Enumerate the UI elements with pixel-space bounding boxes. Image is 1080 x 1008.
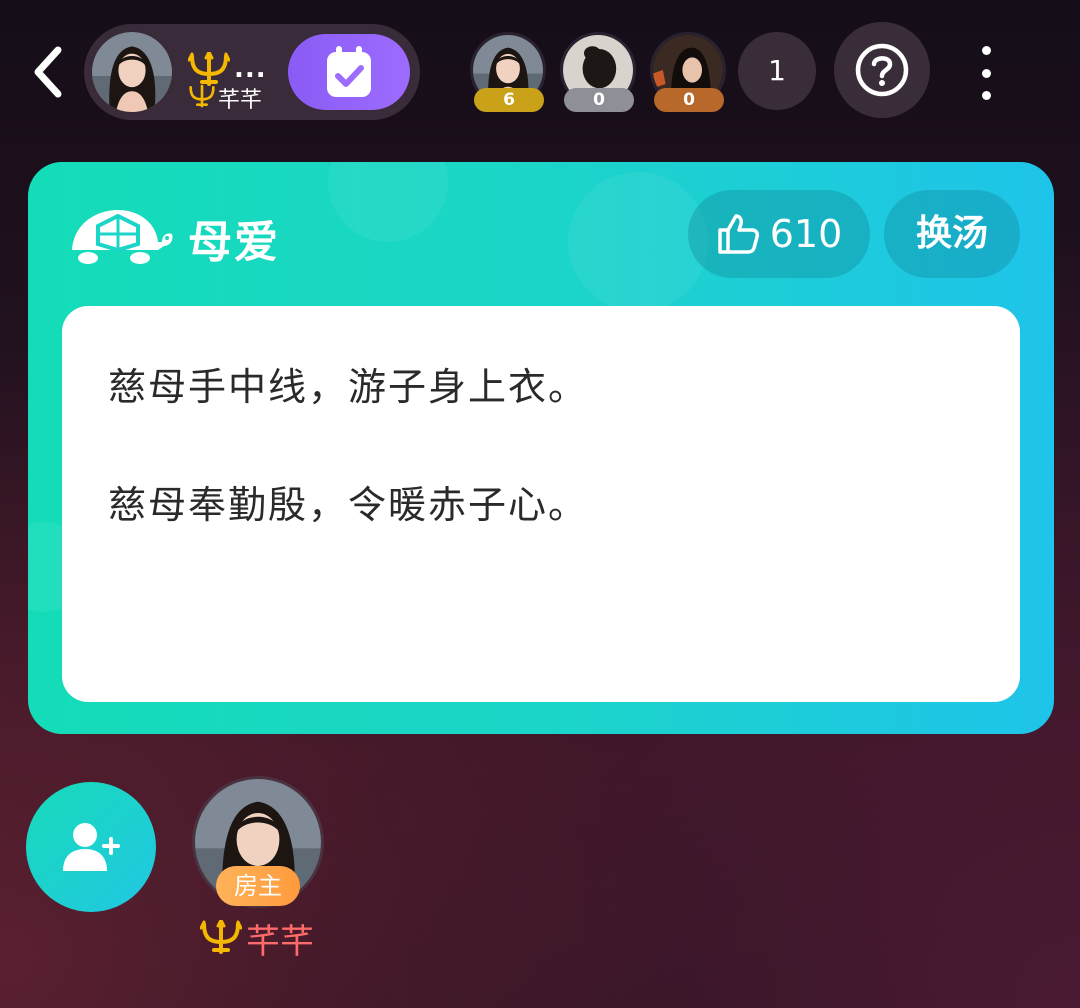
online-count[interactable]: 1 [738,32,816,110]
checkin-button[interactable] [288,34,410,110]
calendar-check-icon [327,46,371,97]
viewer-score-badge: 0 [654,88,724,112]
like-button[interactable]: 610 [688,190,870,278]
dot [981,68,991,78]
poem-line: 慈母手中线，游子身上衣。 [108,365,589,409]
trident-icon [188,52,230,86]
more-menu-button[interactable] [966,40,1006,106]
topic-title: 母爱 [188,217,280,268]
background-decoration [568,172,708,312]
help-button[interactable] [834,22,930,118]
back-button[interactable] [28,44,68,100]
question-icon [855,43,909,97]
dot [981,91,991,100]
owner-name: 芊芊 [188,82,262,114]
like-count: 610 [769,212,843,256]
swap-topic-button[interactable]: 换汤 [884,190,1020,278]
poem-content: 慈母手中线，游子身上衣。 慈母奉勤殷，令暖赤子心。 [62,306,1020,702]
poem-line: 慈母奉勤殷，令暖赤子心。 [108,483,589,527]
viewer-score-badge: 0 [564,88,634,112]
room-title: ... [188,52,267,86]
host-name: 芊芊 [200,914,314,963]
dot [981,46,991,55]
add-user-icon [63,823,120,871]
thumbs-up-icon [717,214,759,254]
invite-user-button[interactable] [26,782,156,912]
turtle-icon [72,210,173,264]
chevron-left-icon [34,46,62,98]
host-badge: 房主 [216,866,300,906]
topic-card: 母爱 610 换汤 慈母手中线，游子身上衣。 慈母奉勤殷，令暖赤子心。 [28,162,1054,734]
room-owner-card[interactable]: ... 芊芊 [84,24,420,120]
viewer-score-badge: 6 [474,88,544,112]
background-decoration [328,162,448,242]
trident-icon [200,920,242,954]
owner-avatar[interactable] [90,30,174,114]
trident-icon [189,84,215,108]
